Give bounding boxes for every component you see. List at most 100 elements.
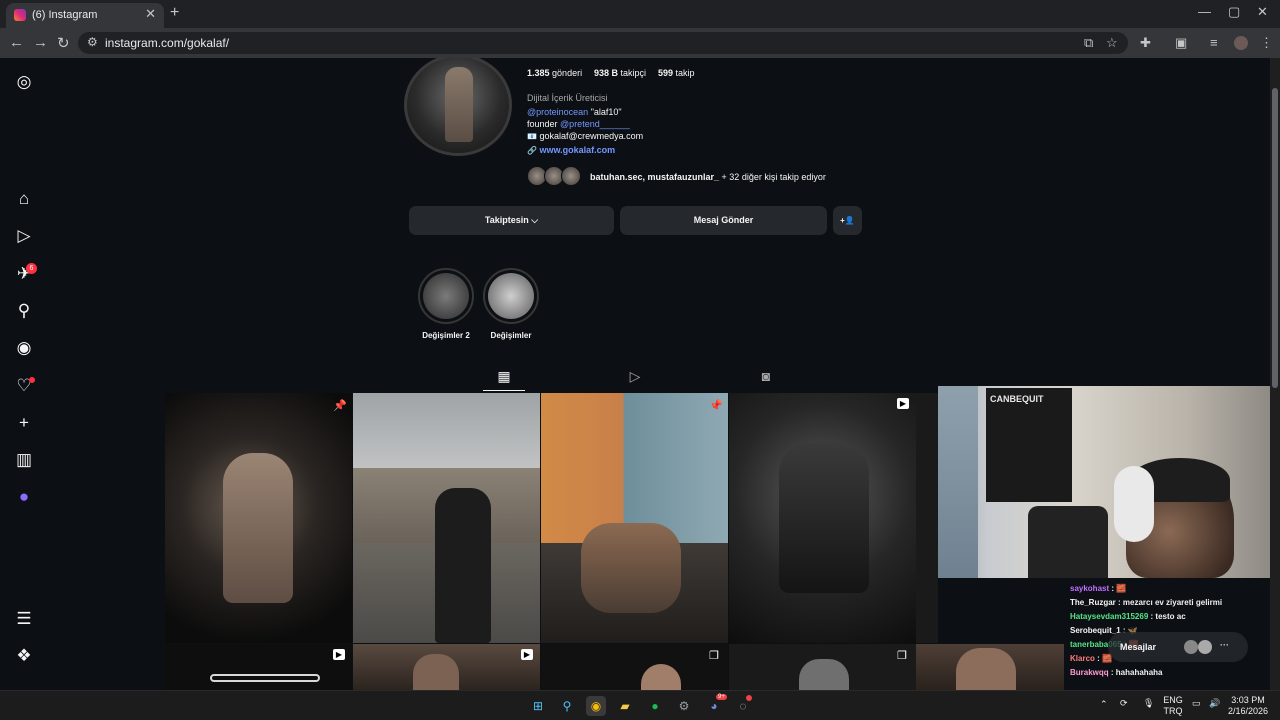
bio-handle-link[interactable]: @proteinocean	[527, 107, 588, 117]
volume-icon[interactable]: 🔊	[1209, 698, 1220, 709]
also-from-meta-icon[interactable]: ❖	[14, 646, 34, 666]
reels-icon[interactable]: ▷	[14, 226, 34, 246]
tab-instagram[interactable]: (6) Instagram ✕	[6, 3, 164, 28]
poster-title: CANBEQUIT	[990, 394, 1044, 404]
back-icon[interactable]: ←	[9, 34, 24, 51]
scrollbar-thumb[interactable]	[1272, 88, 1278, 388]
instagram-logo-icon[interactable]: ◎	[14, 72, 34, 92]
post-photo-figure	[956, 648, 1016, 690]
post-photo-figure	[413, 654, 459, 690]
pinned-icon: 📌	[709, 400, 723, 412]
webcam-overlay: CANBEQUIT	[938, 386, 1270, 578]
messages-pill[interactable]: Mesajlar ···	[1108, 632, 1248, 662]
followers-stat[interactable]: 938 B takipçi	[594, 68, 646, 78]
highlight-degisimler[interactable]	[483, 268, 539, 324]
media-icon[interactable]: ≡	[1210, 35, 1218, 50]
following-stat[interactable]: 599 takip	[658, 68, 695, 78]
bio-handle-link-2[interactable]: @pretend______	[560, 119, 630, 129]
search-icon[interactable]: ⚲	[14, 301, 34, 321]
reload-icon[interactable]: ↻	[57, 34, 70, 52]
more-icon: ···	[1220, 640, 1229, 650]
tray-overflow-icon[interactable]: ⌃	[1100, 699, 1108, 710]
spotify-icon[interactable]: ●	[645, 696, 665, 716]
address-bar[interactable]: ⚙ instagram.com/gokalaf/	[78, 32, 1128, 54]
settings-gear-icon[interactable]: ⚙	[674, 696, 694, 716]
post-photo-figure	[799, 659, 849, 690]
profile-avatar-nav-icon[interactable]: ●	[14, 487, 34, 507]
profile-avatar-icon[interactable]	[1234, 36, 1248, 50]
website-link[interactable]: 🔗 www.gokalaf.com	[527, 145, 615, 155]
post-thumbnail[interactable]: ▶	[165, 644, 352, 690]
chat-message: Hataysevdam315269 : testo ac	[1070, 612, 1186, 621]
bio-email: 📧 gokalaf@crewmedya.com	[527, 131, 644, 141]
bookmark-star-icon[interactable]: ☆	[1106, 35, 1118, 51]
highlight-label: Değişimler	[490, 331, 532, 340]
messages-pill-label: Mesajlar	[1120, 642, 1157, 652]
more-menu-icon[interactable]: ☰	[14, 609, 34, 629]
post-thumbnail[interactable]: ▶	[353, 644, 540, 690]
post-thumbnail[interactable]	[353, 393, 540, 643]
post-photo-figure	[779, 443, 869, 593]
network-icon[interactable]: ▭	[1192, 698, 1201, 709]
side-panel-icon[interactable]: ▣	[1175, 35, 1187, 51]
new-tab-button[interactable]: +	[170, 4, 179, 22]
following-button[interactable]: Takiptesin ⌵	[409, 206, 614, 235]
file-explorer-icon[interactable]: ▰	[615, 696, 635, 716]
profile-avatar[interactable]	[404, 58, 512, 156]
tagged-tab-icon[interactable]: ◙	[756, 368, 776, 384]
dashboard-icon[interactable]: ▥	[14, 450, 34, 470]
start-windows-icon[interactable]: ⊞	[528, 696, 548, 716]
post-photo-light	[210, 674, 320, 682]
carousel-icon: ❐	[709, 650, 719, 662]
webcam-window	[938, 386, 978, 578]
clock[interactable]: 3:03 PM 2/16/2026	[1224, 695, 1272, 717]
sync-icon[interactable]: ⟳	[1120, 698, 1128, 709]
bio-line-2: founder @pretend______	[527, 119, 630, 129]
search-taskbar-icon[interactable]: ⚲	[557, 696, 577, 716]
site-info-icon[interactable]: ⚙	[87, 35, 98, 49]
posts-stat[interactable]: 1.385 gönderi	[527, 68, 582, 78]
browser-tab-bar: (6) Instagram ✕ + — ▢ ✕	[0, 0, 1280, 28]
post-thumbnail[interactable]	[916, 644, 1064, 690]
post-thumbnail[interactable]: ❐	[541, 644, 728, 690]
tab-close-icon[interactable]: ✕	[145, 6, 156, 22]
link-icon: 🔗	[527, 146, 537, 155]
microphone-icon[interactable]: 🎙	[1143, 698, 1154, 709]
message-button[interactable]: Mesaj Gönder	[620, 206, 827, 235]
suggest-users-button[interactable]: +👤	[833, 206, 862, 235]
post-photo-figure	[435, 488, 491, 643]
language-indicator[interactable]: ENG TRQ	[1162, 695, 1184, 717]
chrome-icon[interactable]: ◉	[586, 696, 606, 716]
post-thumbnail[interactable]: ❐	[729, 644, 916, 690]
highlight-cover	[423, 273, 469, 319]
followed-by-text: batuhan.sec, mustafauzunlar_ + 32 diğer …	[590, 172, 826, 182]
forward-icon[interactable]: →	[33, 34, 48, 51]
active-tab-indicator	[483, 390, 525, 391]
reels-tab-icon[interactable]: ▷	[625, 368, 645, 385]
extensions-icon[interactable]: ✚	[1140, 35, 1151, 51]
post-thumbnail[interactable]: 📌	[165, 393, 352, 643]
post-thumbnail-partial[interactable]	[916, 393, 938, 643]
chat-message: Burakwqq : hahahahaha	[1070, 668, 1163, 677]
minimize-button[interactable]: —	[1198, 4, 1211, 19]
home-icon[interactable]: ⌂	[14, 189, 34, 209]
reel-icon: ▶	[333, 649, 345, 660]
browser-menu-icon[interactable]: ⋮	[1260, 35, 1273, 51]
explore-icon[interactable]: ◉	[14, 338, 34, 358]
reel-icon: ▶	[897, 398, 909, 409]
page-scrollbar[interactable]	[1270, 58, 1280, 690]
notification-badge: 6	[26, 263, 37, 274]
highlight-degisimler-2[interactable]	[418, 268, 474, 324]
create-icon[interactable]: +	[14, 413, 34, 433]
posts-grid-tab-icon[interactable]: ▦	[494, 368, 514, 385]
maximize-button[interactable]: ▢	[1228, 4, 1240, 20]
app-notification-dot	[746, 695, 752, 701]
install-app-icon[interactable]: ⧉	[1084, 35, 1093, 51]
sidebar-nav: ◎ ⌂ ▷ ✈ 6 ⚲ ◉ ♡ + ▥ ● ☰ ❖	[0, 58, 48, 690]
post-thumbnail[interactable]: 📌	[541, 393, 728, 643]
discord-badge: 9+	[716, 694, 727, 700]
carousel-icon: ❐	[897, 650, 907, 662]
post-thumbnail[interactable]: ▶	[729, 393, 916, 643]
webcam-chair	[1028, 506, 1108, 578]
close-window-button[interactable]: ✕	[1257, 4, 1268, 20]
